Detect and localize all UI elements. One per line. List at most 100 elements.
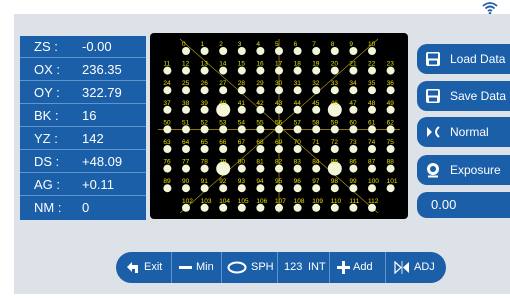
exit-button[interactable]: Exit	[116, 252, 172, 283]
readout-ds: DS : +48.09	[20, 151, 146, 173]
readout-value: -0.00	[82, 39, 112, 54]
add-button[interactable]: Add	[330, 252, 386, 283]
calibration-dot	[163, 125, 172, 134]
readout-label: NM :	[34, 200, 62, 215]
readout-ag: AG : +0.11	[20, 174, 146, 196]
readout-label: OY :	[34, 85, 60, 100]
dot-label: 54	[238, 119, 246, 126]
calibration-dot	[200, 125, 209, 134]
calibration-dot	[275, 145, 283, 153]
dot-grid-image[interactable]: 0 1 2 3 4 5 6 7 8 9 10 11 12 13 14 15 16 17 18 19 20 21 22 23 24…	[150, 33, 408, 219]
dot-label: 32	[312, 80, 320, 87]
calibration-dot	[293, 66, 302, 75]
readout-label: YZ :	[34, 131, 58, 146]
calibration-dot	[368, 47, 376, 55]
calibration-dot	[182, 203, 190, 212]
calibration-dot	[368, 164, 376, 173]
calibration-dot	[163, 145, 172, 153]
dot-label: 37	[163, 100, 171, 107]
dot-label: 55	[256, 119, 264, 126]
calibration-dot	[312, 105, 321, 114]
dot-label: 59	[331, 119, 339, 126]
dot-label: 5	[275, 41, 279, 48]
calibration-dot	[312, 125, 321, 134]
dot-label: 74	[368, 139, 376, 146]
calibration-dot	[237, 164, 246, 173]
calibration-dot	[312, 86, 321, 95]
calibration-dot	[200, 47, 209, 55]
dot-label: 105	[238, 198, 249, 205]
dot-label: 110	[331, 198, 342, 205]
dot-label: 31	[294, 80, 302, 87]
calibration-dot	[293, 203, 302, 212]
calibration-dot	[275, 105, 283, 114]
dot-label: 21	[349, 61, 357, 68]
calibration-dot	[182, 125, 190, 134]
dot-label: 25	[182, 80, 190, 87]
calibration-dot	[200, 105, 209, 114]
save-data-button[interactable]: Save Data	[417, 81, 510, 111]
dot-label: 94	[256, 178, 264, 185]
adj-button[interactable]: ADJ	[386, 252, 446, 283]
dot-label: 78	[201, 159, 209, 166]
dot-label: 53	[219, 119, 227, 126]
dot-label: 17	[275, 61, 283, 68]
exposure-icon	[427, 163, 439, 178]
calibration-dot	[200, 66, 209, 75]
calibration-dot	[275, 47, 283, 55]
sph-button[interactable]: SPH	[222, 252, 278, 283]
dot-label: 28	[238, 80, 246, 87]
wifi-icon	[482, 2, 498, 15]
calibration-dot	[182, 105, 190, 114]
dot-label: 1	[201, 41, 205, 48]
dot-label: 16	[256, 61, 264, 68]
dot-label: 63	[163, 139, 171, 146]
calibration-dot	[219, 66, 228, 75]
readout-value: 322.79	[82, 85, 122, 100]
calibration-dot	[256, 164, 265, 173]
dot-label: 101	[387, 178, 398, 185]
calibration-dot	[293, 145, 302, 153]
dot-label: 49	[387, 100, 395, 107]
minus-icon	[179, 266, 192, 269]
dot-label: 103	[201, 198, 212, 205]
calibration-dot	[330, 125, 339, 134]
calibration-dot	[163, 164, 172, 173]
calibration-dot	[386, 164, 395, 173]
calibration-dot	[368, 86, 376, 95]
dot-grid-canvas: 0 1 2 3 4 5 6 7 8 9 1011 12 13 14 15 16 17 18 19 20 21 22 2324…	[158, 38, 400, 214]
calibration-dot	[349, 47, 358, 55]
calibration-dot	[312, 203, 321, 212]
load-data-button[interactable]: Load Data	[417, 44, 510, 74]
readout-label: DS :	[34, 154, 60, 169]
dot-label: 71	[312, 139, 320, 146]
dot-label: 57	[294, 119, 302, 126]
min-button[interactable]: Min	[172, 252, 222, 283]
calibration-dot	[219, 184, 228, 193]
calibration-dot	[182, 184, 190, 193]
calibration-dot	[219, 203, 228, 212]
calibration-dot	[368, 105, 376, 114]
aperture-icon	[427, 126, 440, 138]
calibration-dot	[200, 184, 209, 193]
exposure-value-field[interactable]: 0.00	[417, 192, 510, 218]
readout-value: +0.11	[82, 177, 114, 192]
dot-label: 34	[349, 80, 357, 87]
calibration-dot	[256, 125, 265, 134]
calibration-dot	[349, 203, 358, 212]
calibration-dot	[349, 105, 358, 114]
int-button[interactable]: 123 INT	[278, 252, 330, 283]
exit-label: Exit	[144, 261, 163, 273]
dot-label: 90	[182, 178, 190, 185]
normal-button[interactable]: Normal	[417, 117, 510, 147]
exposure-button[interactable]: Exposure	[417, 155, 510, 185]
calibration-dot	[219, 47, 228, 55]
readout-value: 0	[82, 200, 90, 215]
dot-label: 99	[349, 178, 357, 185]
dot-label: 9	[349, 41, 353, 48]
calibration-dot	[275, 125, 283, 134]
readout-value: 236.35	[82, 62, 122, 77]
readout-bk: BK : 16	[20, 105, 146, 127]
dot-label: 68	[256, 139, 264, 146]
dot-label: 7	[312, 41, 316, 48]
